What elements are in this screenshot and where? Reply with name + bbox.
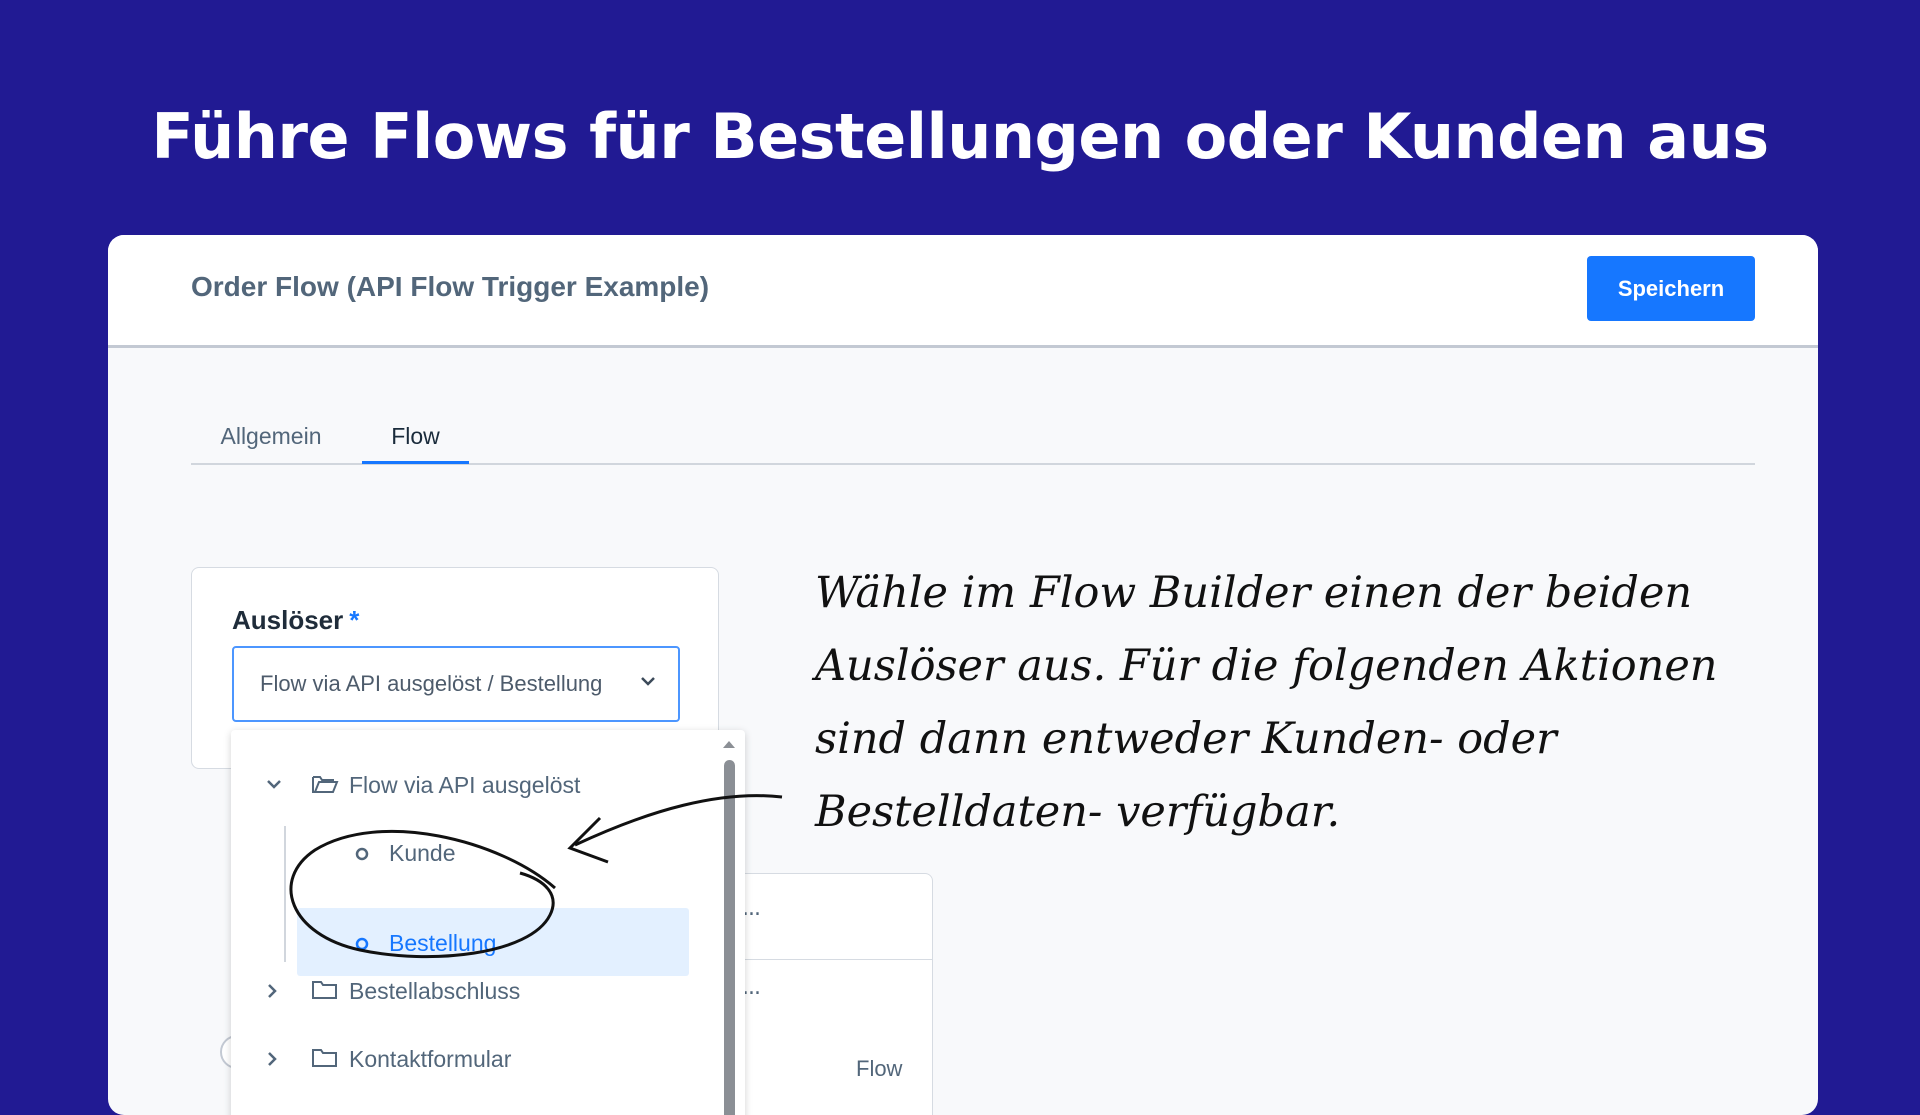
arrow-line — [574, 794, 783, 847]
annotation-overlay — [289, 794, 783, 959]
highlight-circle — [289, 830, 556, 959]
